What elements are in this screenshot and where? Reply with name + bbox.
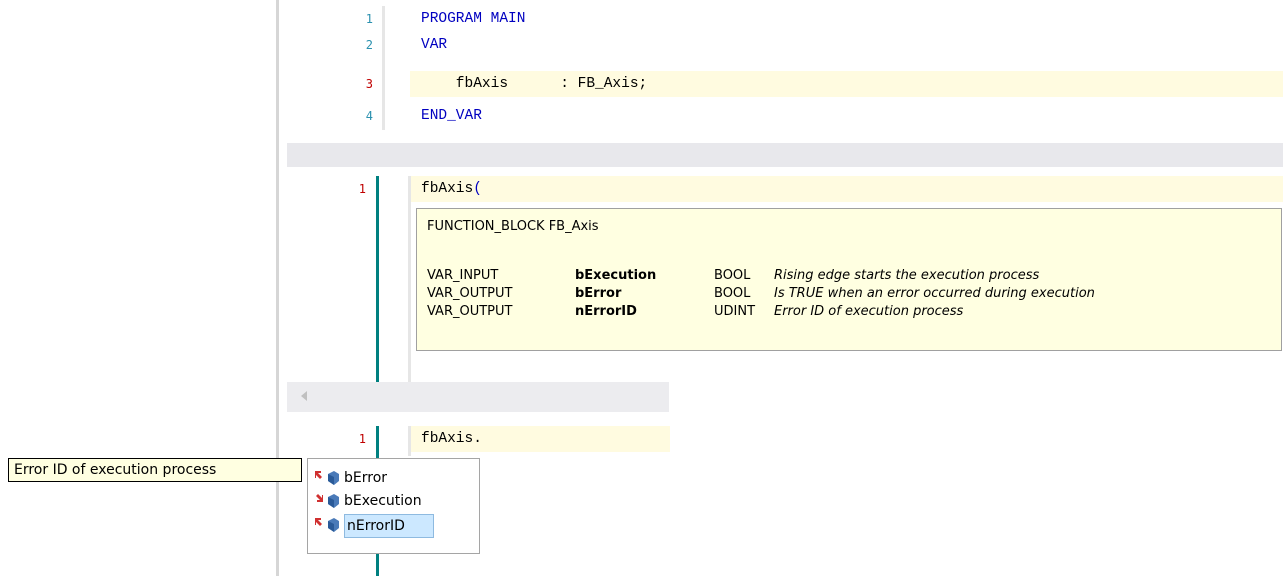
var-type: UDINT [714,304,756,319]
var-name: bExecution [575,268,657,283]
scroll-left-arrow-icon[interactable] [300,390,308,402]
autocomplete-item-selected[interactable]: nErrorID [312,514,434,538]
var-scope: VAR_INPUT [427,268,499,283]
change-margin [376,176,379,382]
var-description: Is TRUE when an error occurred during ex… [774,286,1095,301]
var-name: bError [575,286,622,301]
horizontal-scrollbar[interactable] [287,382,669,412]
code-identifier: fbAxis [421,181,474,197]
var-name: nErrorID [575,304,637,319]
line-number: 1 [365,12,373,26]
code-line[interactable]: fbAxis : FB_Axis; [421,71,647,97]
var-description: Error ID of execution process [774,304,964,319]
line-number: 2 [365,38,373,52]
code-paren: ( [473,181,482,197]
editor-margin [408,176,411,382]
editor-margin [382,6,385,130]
var-scope: VAR_OUTPUT [427,286,513,301]
autocomplete-item[interactable]: bError [312,467,387,489]
var-type: BOOL [714,268,751,283]
output-variable-icon [315,471,339,485]
editor-splitter[interactable] [276,0,279,576]
line-number: 1 [358,182,366,196]
code-line[interactable]: END_VAR [421,103,482,129]
parameter-info-tooltip: FUNCTION_BLOCK FB_Axis VAR_INPUT bExecut… [416,208,1282,351]
var-type: BOOL [714,286,751,301]
output-variable-icon [315,518,339,532]
line-number: 1 [358,432,366,446]
input-variable-icon [316,494,339,508]
editor-separator [287,143,1283,167]
line-number: 3 [365,77,373,91]
tooltip-row: VAR_INPUT bExecution BOOL Rising edge st… [427,267,1277,285]
var-description: Rising edge starts the execution process [774,268,1040,283]
editor-margin [408,426,411,456]
tooltip-row: VAR_OUTPUT nErrorID UDINT Error ID of ex… [427,303,1277,321]
tooltip-title: FUNCTION_BLOCK FB_Axis [427,219,599,234]
tooltip-row: VAR_OUTPUT bError BOOL Is TRUE when an e… [427,285,1277,303]
autocomplete-list[interactable]: bError bExecution nErrorID [307,458,480,554]
code-line[interactable]: PROGRAM MAIN [421,6,525,32]
code-line[interactable]: fbAxis( [421,176,482,202]
autocomplete-item-label: bError [344,470,388,486]
code-line[interactable]: VAR [421,32,447,58]
item-description-tooltip: Error ID of execution process [8,458,302,482]
autocomplete-item-label: nErrorID [344,514,434,538]
line-number: 4 [365,109,373,123]
autocomplete-item-label: bExecution [344,493,422,509]
autocomplete-item[interactable]: bExecution [312,490,422,512]
code-line[interactable]: fbAxis. [421,426,482,452]
var-scope: VAR_OUTPUT [427,304,513,319]
current-line-highlight [410,176,1283,202]
